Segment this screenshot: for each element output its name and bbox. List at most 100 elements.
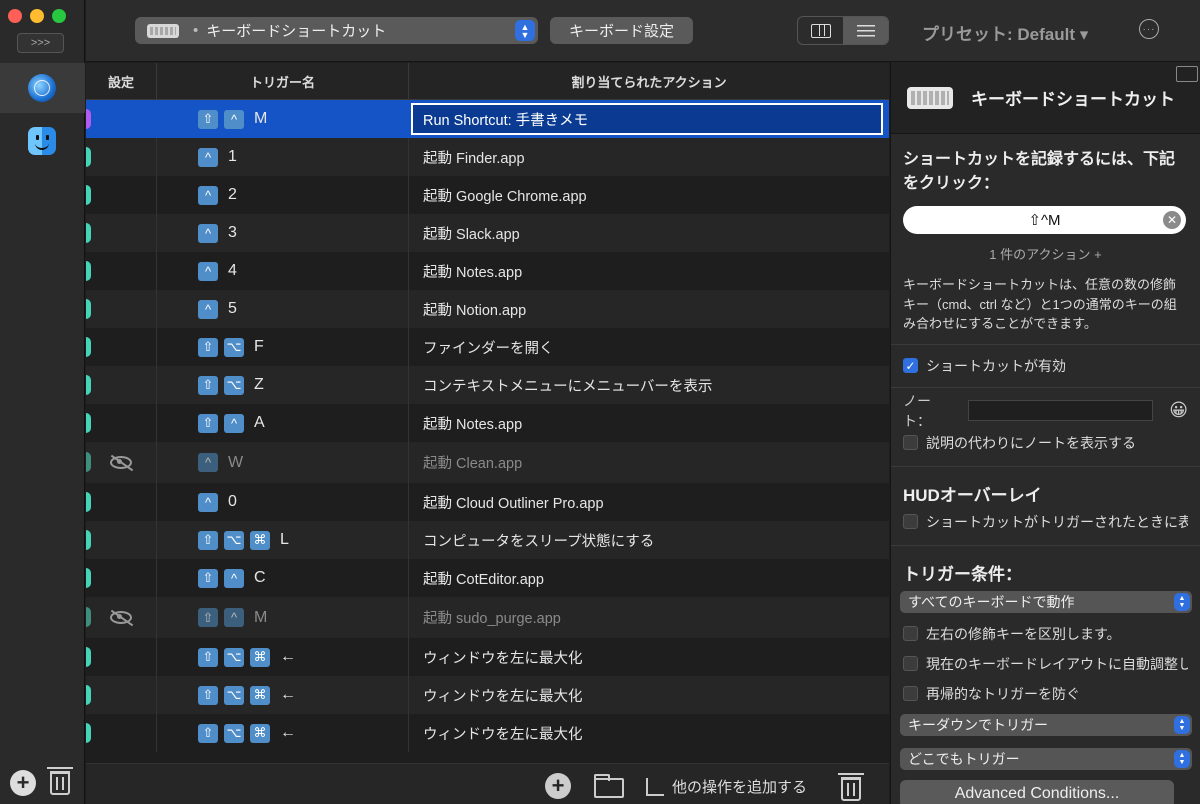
column-header-settings[interactable]: 設定 xyxy=(86,63,157,99)
assigned-action-cell[interactable]: コンテキストメニューにメニューバーを表示 xyxy=(409,366,889,404)
table-row[interactable]: ⇧ ⌥ ⌘ L コンピュータをスリープ状態にする xyxy=(86,521,889,559)
settings-cell[interactable] xyxy=(86,483,157,521)
settings-cell[interactable] xyxy=(86,714,157,752)
column-header-trigger-name[interactable]: トリガー名 xyxy=(157,63,409,99)
trigger-name-cell[interactable]: ^ W xyxy=(157,442,409,483)
trigger-on-select[interactable]: キーダウンでトリガー ▲ ▼ xyxy=(900,713,1192,736)
keyboard-settings-button[interactable]: キーボード設定 xyxy=(550,17,693,44)
assigned-action-cell[interactable]: 起動 Notion.app xyxy=(409,290,889,328)
trigger-where-select[interactable]: どこでもトリガー ▲ ▼ xyxy=(900,747,1192,770)
distinguish-checkbox-row[interactable]: 左右の修飾キーを区別します。 xyxy=(903,619,1188,649)
distinguish-checkbox[interactable] xyxy=(903,626,918,641)
settings-cell[interactable] xyxy=(86,521,157,559)
trigger-name-cell[interactable]: ^ 5 xyxy=(157,290,409,328)
table-row[interactable]: ^ 4 起動 Notes.app xyxy=(86,252,889,290)
add-folder-icon[interactable] xyxy=(594,774,624,798)
table-row[interactable]: ^ 3 起動 Slack.app xyxy=(86,214,889,252)
preset-selector[interactable]: プリセット: Default ▾ xyxy=(922,20,1088,45)
expand-sidebar-button[interactable]: >>> xyxy=(17,33,64,53)
settings-cell[interactable] xyxy=(86,328,157,366)
settings-cell[interactable] xyxy=(86,214,157,252)
table-row[interactable]: ^ 2 起動 Google Chrome.app xyxy=(86,176,889,214)
trigger-name-cell[interactable]: ^ 3 xyxy=(157,214,409,252)
assigned-action-cell[interactable]: 起動 sudo_purge.app xyxy=(409,597,889,638)
trigger-name-cell[interactable]: ⇧ ^ C xyxy=(157,559,409,597)
settings-cell[interactable] xyxy=(86,404,157,442)
emoji-picker-icon[interactable]: 😀 xyxy=(1169,400,1188,421)
assigned-action-cell[interactable]: 起動 Slack.app xyxy=(409,214,889,252)
table-row[interactable]: ^ W 起動 Clean.app xyxy=(86,442,889,483)
assigned-action-cell[interactable]: 起動 Clean.app xyxy=(409,442,889,483)
trigger-name-cell[interactable]: ^ 2 xyxy=(157,176,409,214)
close-window-button[interactable] xyxy=(8,9,22,23)
trigger-name-cell[interactable]: ^ 1 xyxy=(157,138,409,176)
trigger-name-cell[interactable]: ⇧ ^ A xyxy=(157,404,409,442)
trigger-name-cell[interactable]: ⇧ ⌥ ⌘ ← xyxy=(157,714,409,752)
table-row[interactable]: ^ 0 起動 Cloud Outliner Pro.app xyxy=(86,483,889,521)
trigger-name-cell[interactable]: ⇧ ⌥ Z xyxy=(157,366,409,404)
settings-cell[interactable] xyxy=(86,138,157,176)
prevent-recursive-checkbox[interactable] xyxy=(903,686,918,701)
assigned-action-cell[interactable]: ウィンドウを左に最大化 xyxy=(409,638,889,676)
trigger-name-cell[interactable]: ⇧ ⌥ F xyxy=(157,328,409,366)
assigned-action-cell[interactable]: ウィンドウを左に最大化 xyxy=(409,676,889,714)
trigger-name-cell[interactable]: ⇧ ⌥ ⌘ ← xyxy=(157,638,409,676)
add-trigger-button[interactable]: + xyxy=(545,773,571,799)
table-row[interactable]: ⇧ ^ M Run Shortcut: 手書きメモ xyxy=(86,100,889,138)
assigned-action-cell[interactable]: 起動 Notes.app xyxy=(409,404,889,442)
hud-checkbox[interactable] xyxy=(903,514,918,529)
settings-cell[interactable] xyxy=(86,176,157,214)
show-note-checkbox[interactable] xyxy=(903,435,918,450)
clear-shortcut-icon[interactable]: ✕ xyxy=(1163,211,1181,229)
action-edit-field[interactable]: Run Shortcut: 手書きメモ xyxy=(411,103,883,135)
list-view-button[interactable] xyxy=(843,17,888,44)
trigger-name-cell[interactable]: ⇧ ^ M xyxy=(157,100,409,138)
auto-adjust-checkbox[interactable] xyxy=(903,656,918,671)
add-app-button[interactable]: + xyxy=(10,770,36,796)
settings-cell[interactable] xyxy=(86,366,157,404)
add-other-action-button[interactable]: 他の操作を追加する xyxy=(646,776,807,797)
minimize-window-button[interactable] xyxy=(30,9,44,23)
note-input[interactable] xyxy=(968,400,1154,421)
assigned-action-cell[interactable]: ウィンドウを左に最大化 xyxy=(409,714,889,752)
window-icon[interactable] xyxy=(1176,66,1198,82)
trigger-name-cell[interactable]: ⇧ ^ M xyxy=(157,597,409,638)
assigned-action-cell[interactable]: 起動 CotEditor.app xyxy=(409,559,889,597)
keyboard-select[interactable]: すべてのキーボードで動作 ▲ ▼ xyxy=(900,590,1192,613)
assigned-action-cell[interactable]: 起動 Cloud Outliner Pro.app xyxy=(409,483,889,521)
trigger-name-cell[interactable]: ⇧ ⌥ ⌘ L xyxy=(157,521,409,559)
globe-icon[interactable] xyxy=(28,74,56,102)
delete-trigger-icon[interactable] xyxy=(838,773,864,801)
hud-checkbox-row[interactable]: ショートカットがトリガーされたときに表示 xyxy=(903,507,1188,537)
table-row[interactable]: ⇧ ^ M 起動 sudo_purge.app xyxy=(86,597,889,638)
enabled-checkbox[interactable]: ✓ xyxy=(903,358,918,373)
settings-cell[interactable] xyxy=(86,442,157,483)
finder-icon[interactable] xyxy=(28,127,56,155)
trigger-name-cell[interactable]: ^ 4 xyxy=(157,252,409,290)
settings-cell[interactable] xyxy=(86,559,157,597)
table-row[interactable]: ⇧ ⌥ Z コンテキストメニューにメニューバーを表示 xyxy=(86,366,889,404)
assigned-action-cell[interactable]: Run Shortcut: 手書きメモ xyxy=(409,100,889,138)
table-row[interactable]: ⇧ ⌥ ⌘ ← ウィンドウを左に最大化 xyxy=(86,638,889,676)
table-row[interactable]: ⇧ ^ A 起動 Notes.app xyxy=(86,404,889,442)
column-view-button[interactable] xyxy=(798,17,843,44)
settings-cell[interactable] xyxy=(86,290,157,328)
trash-icon[interactable] xyxy=(47,767,73,795)
assigned-action-cell[interactable]: コンピュータをスリープ状態にする xyxy=(409,521,889,559)
assigned-action-cell[interactable]: ファインダーを開く xyxy=(409,328,889,366)
enabled-checkbox-row[interactable]: ✓ ショートカットが有効 xyxy=(903,351,1188,381)
more-options-icon[interactable]: ··· xyxy=(1139,19,1159,39)
table-row[interactable]: ⇧ ⌥ F ファインダーを開く xyxy=(86,328,889,366)
settings-cell[interactable] xyxy=(86,638,157,676)
advanced-conditions-button[interactable]: Advanced Conditions... xyxy=(900,779,1174,804)
trigger-name-cell[interactable]: ⇧ ⌥ ⌘ ← xyxy=(157,676,409,714)
auto-adjust-checkbox-row[interactable]: 現在のキーボードレイアウトに自動調整し xyxy=(903,649,1188,679)
prevent-recursive-checkbox-row[interactable]: 再帰的なトリガーを防ぐ xyxy=(903,679,1188,709)
trigger-type-dropdown[interactable]: • キーボードショートカット ▲ ▼ xyxy=(135,17,538,44)
column-header-assigned-action[interactable]: 割り当てられたアクション xyxy=(409,63,889,99)
table-row[interactable]: ⇧ ^ C 起動 CotEditor.app xyxy=(86,559,889,597)
assigned-action-cell[interactable]: 起動 Finder.app xyxy=(409,138,889,176)
table-row[interactable]: ^ 1 起動 Finder.app xyxy=(86,138,889,176)
trigger-name-cell[interactable]: ^ 0 xyxy=(157,483,409,521)
zoom-window-button[interactable] xyxy=(52,9,66,23)
